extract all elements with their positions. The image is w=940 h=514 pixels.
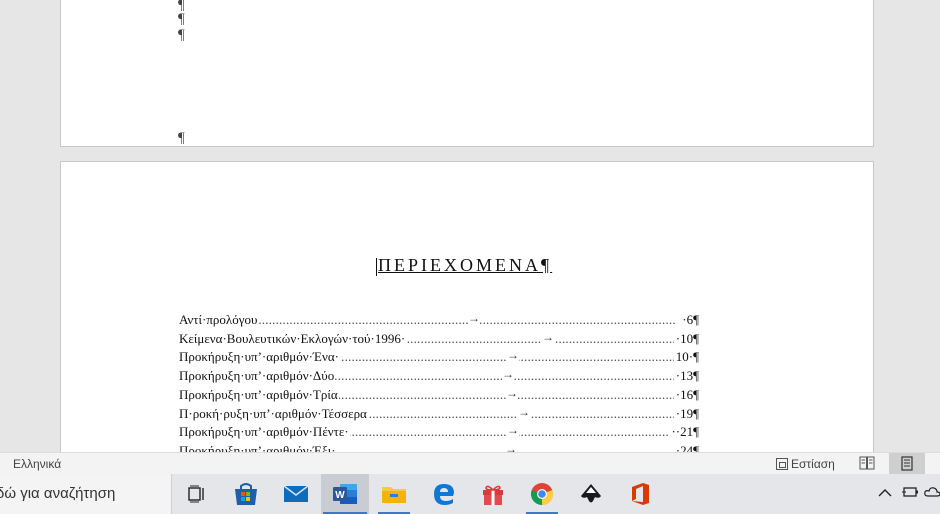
toc-entry[interactable]: ........................................… bbox=[179, 368, 699, 387]
chrome-taskbar-button[interactable] bbox=[518, 474, 566, 514]
paragraph-mark: ¶ bbox=[178, 130, 185, 146]
toc-entry[interactable]: ........................................… bbox=[179, 330, 699, 350]
office-icon bbox=[632, 483, 649, 505]
tab-arrow-icon: → bbox=[507, 424, 519, 439]
text-cursor bbox=[376, 257, 377, 276]
toc-page-number: ·6¶ bbox=[680, 312, 699, 328]
word-icon: W bbox=[333, 484, 357, 504]
paragraph-mark: ¶ bbox=[178, 11, 185, 27]
folder-icon bbox=[382, 487, 406, 503]
toc-entry[interactable]: ........................................… bbox=[179, 386, 699, 406]
tab-arrow-icon: → bbox=[507, 349, 519, 364]
edge-taskbar-button[interactable] bbox=[420, 474, 468, 514]
inkscape-icon bbox=[581, 484, 601, 503]
paragraph-mark: ¶ bbox=[178, 27, 185, 43]
toc-heading-text: ΠΕΡΙΕΧΟΜΕΝΑ¶ bbox=[378, 255, 553, 275]
toc-page-number: ·10¶ bbox=[673, 330, 699, 347]
word-taskbar-button[interactable]: W bbox=[321, 474, 369, 514]
store-taskbar-button[interactable] bbox=[222, 474, 270, 514]
toc-entry[interactable]: ........................................… bbox=[179, 424, 699, 443]
chrome-icon bbox=[531, 483, 554, 506]
focus-label: Εστίαση bbox=[791, 456, 835, 471]
gift-app-taskbar-button[interactable] bbox=[469, 474, 517, 514]
print-layout-button[interactable] bbox=[889, 453, 925, 474]
toc-heading[interactable]: ΠΕΡΙΕΧΟΜΕΝΑ¶ bbox=[376, 255, 552, 276]
focus-icon bbox=[776, 457, 788, 470]
tab-arrow-icon: → bbox=[502, 368, 514, 383]
svg-text:W: W bbox=[335, 490, 345, 501]
tab-arrow-icon: → bbox=[542, 330, 554, 345]
file-explorer-taskbar-button[interactable] bbox=[370, 474, 418, 514]
onedrive-cloud-icon[interactable] bbox=[924, 485, 940, 501]
toc-page-number: 10·¶ bbox=[673, 349, 699, 366]
task-view-button[interactable] bbox=[173, 474, 221, 514]
tab-arrow-icon: → bbox=[506, 386, 518, 401]
inkscape-taskbar-button[interactable] bbox=[567, 474, 615, 514]
windows-taskbar: δώ για αναζήτηση W bbox=[0, 474, 940, 514]
battery-plugged-icon[interactable] bbox=[901, 485, 919, 502]
mail-icon bbox=[283, 485, 309, 502]
print-layout-icon bbox=[901, 456, 913, 471]
focus-mode-button[interactable]: Εστίαση bbox=[776, 455, 835, 472]
toc-page-number: ·19¶ bbox=[673, 405, 699, 422]
toc-entry-label: Π·ροκή·ρυξη·υπ’·αριθμόν·Τέσσερα bbox=[179, 405, 368, 422]
show-hidden-icons-chevron-icon[interactable] bbox=[878, 485, 892, 501]
read-mode-icon[interactable] bbox=[859, 456, 875, 470]
toc-entry[interactable]: ........................................… bbox=[179, 312, 699, 331]
task-view-icon bbox=[188, 485, 204, 503]
toc-page-number: ·16¶ bbox=[673, 386, 699, 403]
toc-page-number: ··21¶ bbox=[669, 424, 699, 441]
toc-entry-label: Προκήρυξη·υπ’·αριθμόν·Τρία bbox=[179, 386, 339, 403]
taskbar-search-box[interactable]: δώ για αναζήτηση bbox=[0, 474, 172, 514]
toc-page-number: ·13¶ bbox=[673, 368, 699, 385]
status-bar: Ελληνικά Εστίαση bbox=[0, 452, 940, 474]
office-taskbar-button[interactable] bbox=[616, 474, 664, 514]
search-placeholder: δώ για αναζήτηση bbox=[0, 485, 116, 502]
microsoft-store-icon bbox=[235, 483, 257, 505]
toc-entry-label: Κείμενα·Βουλευτικών·Εκλογών·τού·1996· bbox=[179, 330, 407, 347]
edge-icon bbox=[434, 484, 454, 505]
toc-entry[interactable]: ........................................… bbox=[179, 405, 699, 425]
mail-taskbar-button[interactable] bbox=[272, 474, 320, 514]
gift-icon bbox=[483, 485, 503, 505]
language-indicator[interactable]: Ελληνικά bbox=[13, 457, 61, 471]
toc-entry[interactable]: ........................................… bbox=[179, 349, 699, 368]
toc-entry-label: Προκήρυξη·υπ’·αριθμόν·Δύο bbox=[179, 368, 336, 385]
toc-entry-label: Προκήρυξη·υπ’·αριθμόν·Πέντε· bbox=[179, 424, 350, 441]
toc-entry-label: Προκήρυξη·υπ’·αριθμόν·Ένα· bbox=[179, 349, 340, 366]
toc-entry-label: Αντί·προλόγου bbox=[179, 312, 259, 328]
tab-arrow-icon: → bbox=[518, 405, 530, 420]
tab-arrow-icon: → bbox=[468, 312, 480, 326]
